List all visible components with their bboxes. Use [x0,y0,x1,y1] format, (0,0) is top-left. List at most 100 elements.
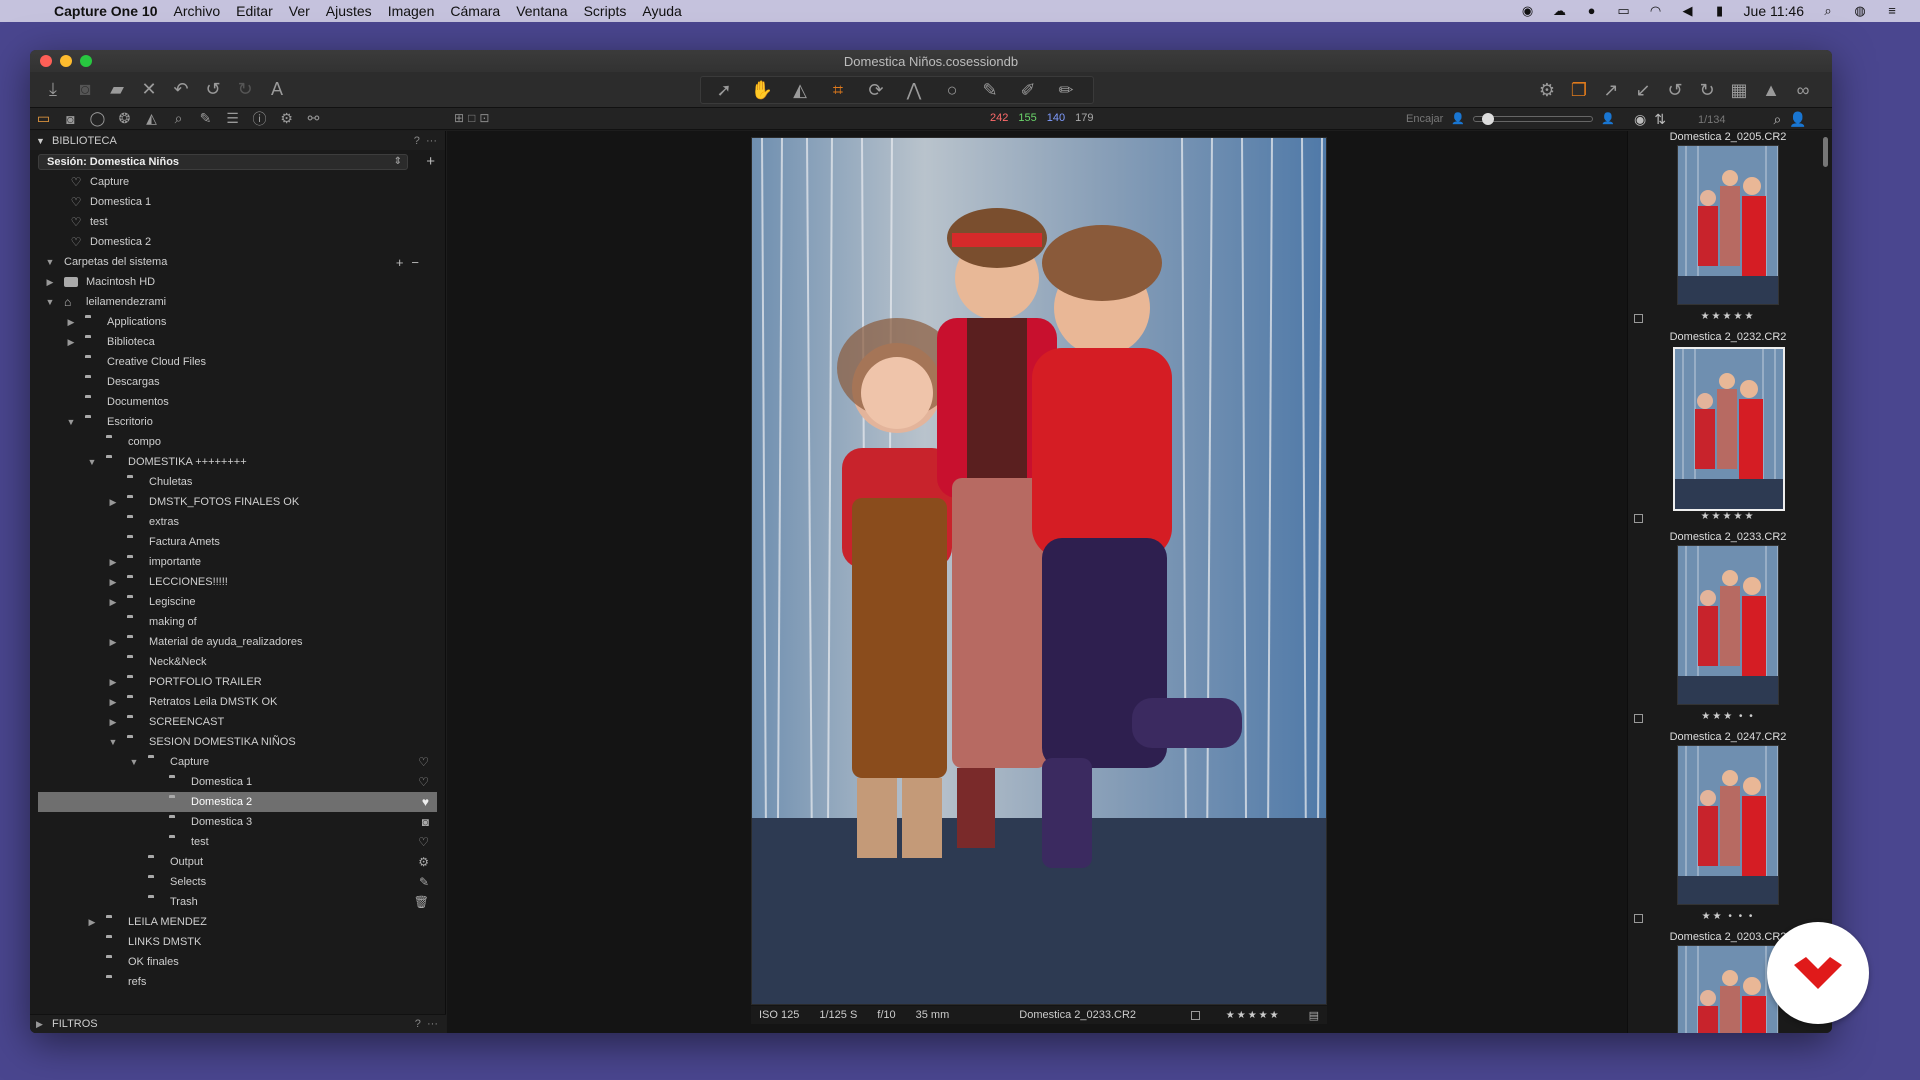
select-tool-icon[interactable]: ➚ [707,77,741,103]
menu-ajustes[interactable]: Ajustes [326,3,372,19]
system-folders-header[interactable]: ▼ Carpetas del sistema +− [30,252,445,272]
camera-icon[interactable]: ◙ [422,815,429,829]
chevron-right-icon[interactable]: ▶ [107,677,119,688]
loupe-tool-icon[interactable]: ◭ [783,77,817,103]
folder-row[interactable]: Selects ✎ [30,872,445,892]
undo-all-icon[interactable]: ↶ [168,77,194,103]
wifi-icon[interactable]: ◠ [1648,3,1664,19]
exposure-warning-icon[interactable]: ▲ [1758,77,1784,103]
selects-icon[interactable]: ✎ [419,875,429,889]
variants-icon[interactable]: ❐ [1566,77,1592,103]
battery-icon[interactable]: ▮ [1712,3,1728,19]
siri-icon[interactable]: ◍ [1852,3,1868,19]
single-view-icon[interactable]: □ [468,111,475,125]
photo-info-icon[interactable]: ▤ [1309,1009,1319,1022]
folder-row[interactable]: test ♡ [30,832,445,852]
folder-row[interactable]: Domestica 3 ◙ [30,812,445,832]
chevron-down-icon[interactable]: ▼ [44,297,56,307]
rating-stars[interactable]: ★★★★★ [1630,311,1826,322]
brush-tool-icon[interactable]: ✎ [973,77,1007,103]
new-folder-icon[interactable]: ▰ [104,77,130,103]
folder-row[interactable]: ▶ Retratos Leila DMSTK OK [30,692,445,712]
fullscreen-view-icon[interactable]: ⊡ [479,111,489,125]
lens-tab-icon[interactable]: ◯ [84,110,111,127]
eraser-tool-icon[interactable]: ✏ [1049,77,1083,103]
thumbnail-cell[interactable]: Domestica 2_0205.CR2 ★★★★★ [1630,131,1826,331]
multi-view-icon[interactable]: ⊞ [454,111,464,125]
gear-icon[interactable]: ⚙ [418,855,429,869]
folder-row[interactable]: ▼ SESION DOMESTIKA NIÑOS [30,732,445,752]
rotate-right-icon[interactable]: ↻ [1694,77,1720,103]
library-tab-icon[interactable]: ▭ [30,110,57,127]
folder-row[interactable]: Output ⚙ [30,852,445,872]
volume-icon[interactable]: ◀ [1680,3,1696,19]
thumbnail-image[interactable] [1677,545,1779,705]
browser-scrollbar[interactable] [1823,137,1828,167]
menu-camara[interactable]: Cámara [450,3,500,19]
chevron-right-icon[interactable]: ▶ [107,557,119,568]
notification-center-icon[interactable]: ≡ [1884,3,1900,19]
folder-row[interactable]: extras [30,512,445,532]
chevron-down-icon[interactable]: ▼ [36,136,48,146]
menu-ventana[interactable]: Ventana [516,3,567,19]
import-icon[interactable]: ⤓ [40,77,66,103]
library-actions[interactable]: ? ··· [414,135,437,147]
clock[interactable]: Jue 11:46 [1744,3,1804,19]
thumbnail-image[interactable] [1677,745,1779,905]
color-tab-icon[interactable]: ❂ [111,110,138,127]
folder-row[interactable]: Trash 🗑 [30,892,445,912]
pan-tool-icon[interactable]: ✋ [745,77,779,103]
info-icon[interactable]: ● [1584,3,1600,19]
spotlight-icon[interactable]: ⌕ [1820,3,1836,19]
folder-row[interactable]: ▶ LECCIONES!!!!! [30,572,445,592]
select-checkbox[interactable] [1190,1010,1200,1020]
chevron-right-icon[interactable]: ▶ [107,717,119,728]
folder-row[interactable]: ▶ Applications [30,312,445,332]
folder-row[interactable]: Factura Amets [30,532,445,552]
thumbnail-cell[interactable]: Domestica 2_0233.CR2 ★★★ • • [1630,531,1826,731]
rating-stars[interactable]: ★★ • • • [1630,911,1826,922]
chevron-down-icon[interactable]: ▼ [65,417,77,427]
library-header[interactable]: ▼ BIBLIOTECA ? ··· [30,131,445,150]
chevron-down-icon[interactable]: ▼ [107,737,119,747]
trash-icon[interactable]: 🗑 [414,895,429,909]
folder-row[interactable]: ▼ DOMESTIKA ++++++++ [30,452,445,472]
filters-header[interactable]: ▶ FILTROS ? ··· [30,1014,446,1033]
folder-row[interactable]: Domestica 1 ♡ [30,772,445,792]
crop-tool-icon[interactable]: ⌗ [821,77,855,103]
keystone-tool-icon[interactable]: ⋀ [897,77,931,103]
thumbnail-image[interactable] [1677,945,1779,1033]
main-photo[interactable] [751,137,1327,1005]
redo-icon[interactable]: ↻ [232,77,258,103]
menu-scripts[interactable]: Scripts [584,3,627,19]
zoom-slider[interactable] [1473,112,1593,125]
sort-icon[interactable]: ⇅ [1654,111,1666,128]
menu-ayuda[interactable]: Ayuda [642,3,681,19]
menu-editar[interactable]: Editar [236,3,273,19]
heart-icon[interactable]: ♡ [418,835,429,849]
user-icon[interactable]: 👤 [1789,111,1806,128]
folder-row[interactable]: ▶ Material de ayuda_realizadores [30,632,445,652]
heart-filled-icon[interactable]: ♥ [422,795,429,809]
settings-gear-icon[interactable]: ⚙ [1534,77,1560,103]
delete-icon[interactable]: ✕ [136,77,162,103]
chevron-right-icon[interactable]: ▶ [36,1019,48,1030]
chevron-right-icon[interactable]: ▶ [107,697,119,708]
folder-row[interactable]: Neck&Neck [30,652,445,672]
folder-row[interactable]: ▼ Escritorio [30,412,445,432]
folder-row[interactable]: ▶ DMSTK_FOTOS FINALES OK [30,492,445,512]
folder-row[interactable]: making of [30,612,445,632]
airplay-icon[interactable]: ▭ [1616,3,1632,19]
chevron-down-icon[interactable]: ▼ [44,257,56,267]
image-viewer[interactable]: ISO 125 1/125 S f/10 35 mm Domestica 2_0… [447,131,1627,1033]
fit-label[interactable]: Encajar [1406,113,1443,125]
folder-row[interactable]: compo [30,432,445,452]
rating-stars[interactable]: ★★★ • • [1630,711,1826,722]
folder-row[interactable]: Creative Cloud Files [30,352,445,372]
thumbnail-image[interactable] [1673,347,1785,511]
folder-row[interactable]: LINKS DMSTK [30,932,445,952]
favorite-item[interactable]: ♡ Domestica 2 [30,232,445,252]
thumbnail-cell[interactable]: Domestica 2_0232.CR2 ★★★★★ [1630,331,1826,531]
thumbnail-cell[interactable]: Domestica 2_0247.CR2 ★★ • • • [1630,731,1826,931]
folder-row[interactable]: ▶ Macintosh HD [30,272,445,292]
